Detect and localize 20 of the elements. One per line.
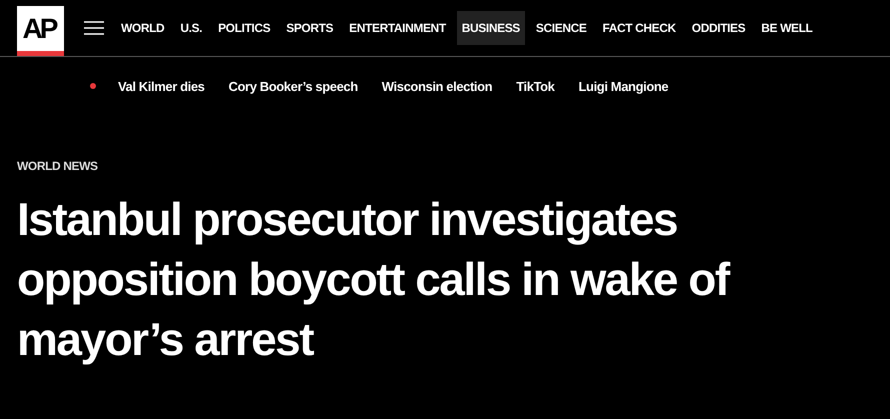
live-dot-icon [90,83,96,89]
nav-link[interactable]: ENTERTAINMENT [344,11,451,45]
trending-link[interactable]: Luigi Mangione [578,78,668,94]
nav-link[interactable]: ODDITIES [686,11,750,45]
menu-icon[interactable] [84,21,104,35]
nav-link[interactable]: FACT CHECK [597,11,681,45]
ap-logo[interactable]: AP [17,6,64,56]
nav-link[interactable]: U.S. [175,11,208,45]
nav-link[interactable]: SPORTS [281,11,338,45]
nav-link[interactable]: SCIENCE [530,11,592,45]
trending-link[interactable]: Cory Booker’s speech [228,78,358,94]
trending-link[interactable]: Wisconsin election [382,78,492,94]
section-label[interactable]: WORLD NEWS [17,159,98,173]
trending-link[interactable]: Val Kilmer dies [118,78,204,94]
nav-link[interactable]: WORLD [116,11,170,45]
nav-link[interactable]: POLITICS [213,11,276,45]
nav-link[interactable]: BE WELL [756,11,818,45]
headline: Istanbul prosecutor investigates opposition boycott calls in wake of mayor’s arrest [17,192,731,367]
nav-link[interactable]: BUSINESS [456,11,525,45]
trending-link[interactable]: TikTok [516,78,555,94]
